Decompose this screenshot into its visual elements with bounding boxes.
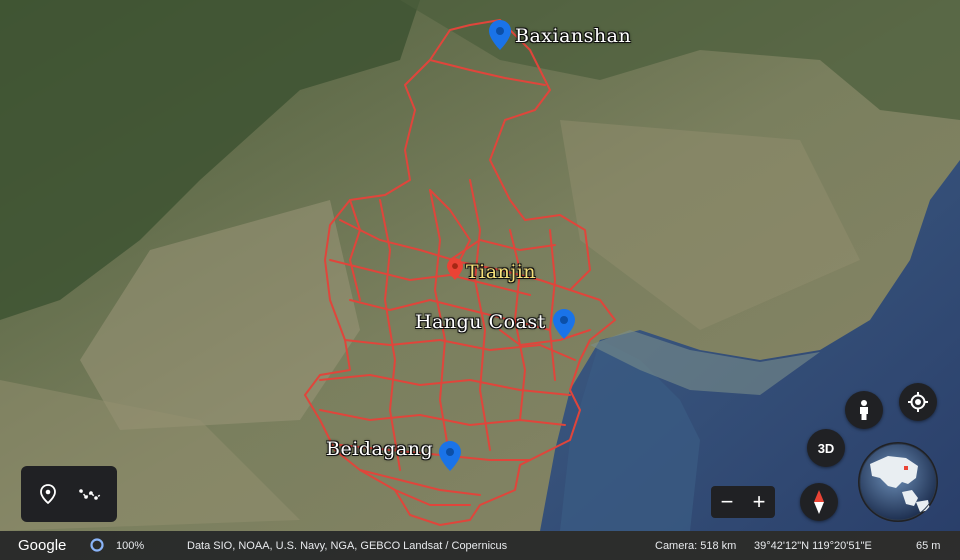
place-label[interactable]: Beidagang (326, 438, 433, 460)
toggle-3d-button[interactable]: 3D (807, 429, 845, 467)
street-view-person-icon (860, 400, 868, 420)
tool-panel (21, 466, 117, 522)
place-label[interactable]: Baxianshan (515, 25, 631, 47)
elevation-readout: 65 m (916, 540, 941, 552)
compass-icon (814, 490, 824, 514)
place-pin-icon[interactable] (439, 441, 461, 471)
compass-button[interactable] (800, 483, 838, 521)
path-measure-icon (79, 489, 101, 500)
globe-icon (859, 443, 937, 521)
loading-ring-icon (90, 538, 104, 552)
my-location-icon (908, 392, 928, 412)
add-placemark-button[interactable] (31, 477, 65, 511)
place-pin-icon[interactable] (489, 20, 511, 50)
place-pin-icon[interactable] (447, 257, 463, 281)
zoom-out-button[interactable]: − (711, 486, 743, 518)
status-bar: Google 100% Data SIO, NOAA, U.S. Navy, N… (0, 531, 960, 560)
street-view-button[interactable] (845, 391, 883, 429)
place-label[interactable]: Tianjin (466, 261, 536, 283)
load-percentage: 100% (116, 540, 145, 552)
my-location-button[interactable] (899, 383, 937, 421)
data-credits[interactable]: Data SIO, NOAA, U.S. Navy, NGA, GEBCO La… (187, 540, 507, 552)
place-pin-icon (40, 484, 56, 504)
zoom-in-button[interactable]: + (743, 486, 775, 518)
place-label[interactable]: Hangu Coast (415, 311, 546, 333)
zoom-controls: − + (711, 486, 775, 518)
camera-altitude: Camera: 518 km (655, 540, 737, 552)
overview-globe[interactable] (858, 442, 938, 522)
measure-path-button[interactable] (73, 477, 107, 511)
place-pin-icon[interactable] (553, 309, 575, 339)
google-logo: Google (18, 537, 67, 554)
cursor-coordinates: 39°42'12"N 119°20'51"E (754, 540, 872, 552)
